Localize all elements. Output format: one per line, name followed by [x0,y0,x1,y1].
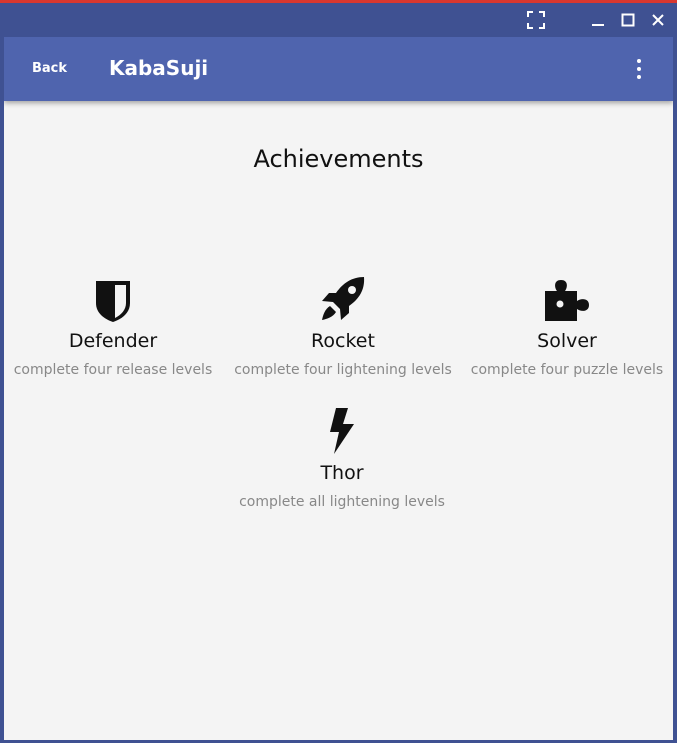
achievement-thor: Thor complete all lightening levels [232,403,452,511]
achievement-name: Rocket [311,330,375,352]
more-vert-icon[interactable] [624,53,654,85]
achievement-description: complete all lightening levels [239,494,445,510]
app-bar: Back KabaSuji [4,37,673,101]
window-titlebar [0,3,677,37]
maximize-icon[interactable] [615,7,641,33]
minimize-icon[interactable] [585,7,611,33]
lightning-icon [232,403,452,455]
back-button[interactable]: Back [22,55,77,83]
achievement-description: complete four puzzle levels [470,362,664,378]
achievement-name: Defender [68,330,158,352]
close-icon[interactable] [645,7,671,33]
app-content: Back KabaSuji Achievements Defender comp… [4,37,673,740]
app-window: Back KabaSuji Achievements Defender comp… [0,0,677,743]
achievement-description: complete four lightening levels [234,362,452,378]
achievement-solver: Solver complete four puzzle levels [457,271,673,379]
page-title: Achievements [253,145,424,173]
puzzle-icon [457,271,673,323]
app-title: KabaSuji [109,56,209,80]
fullscreen-icon[interactable] [523,7,549,33]
achievement-rocket: Rocket complete four lightening levels [233,271,453,379]
rocket-icon [233,271,453,323]
achievement-defender: Defender complete four release levels [4,271,223,379]
achievement-name: Solver [537,330,597,352]
achievement-name: Thor [320,462,364,484]
shield-icon [4,271,223,323]
achievement-description: complete four release levels [13,362,213,378]
